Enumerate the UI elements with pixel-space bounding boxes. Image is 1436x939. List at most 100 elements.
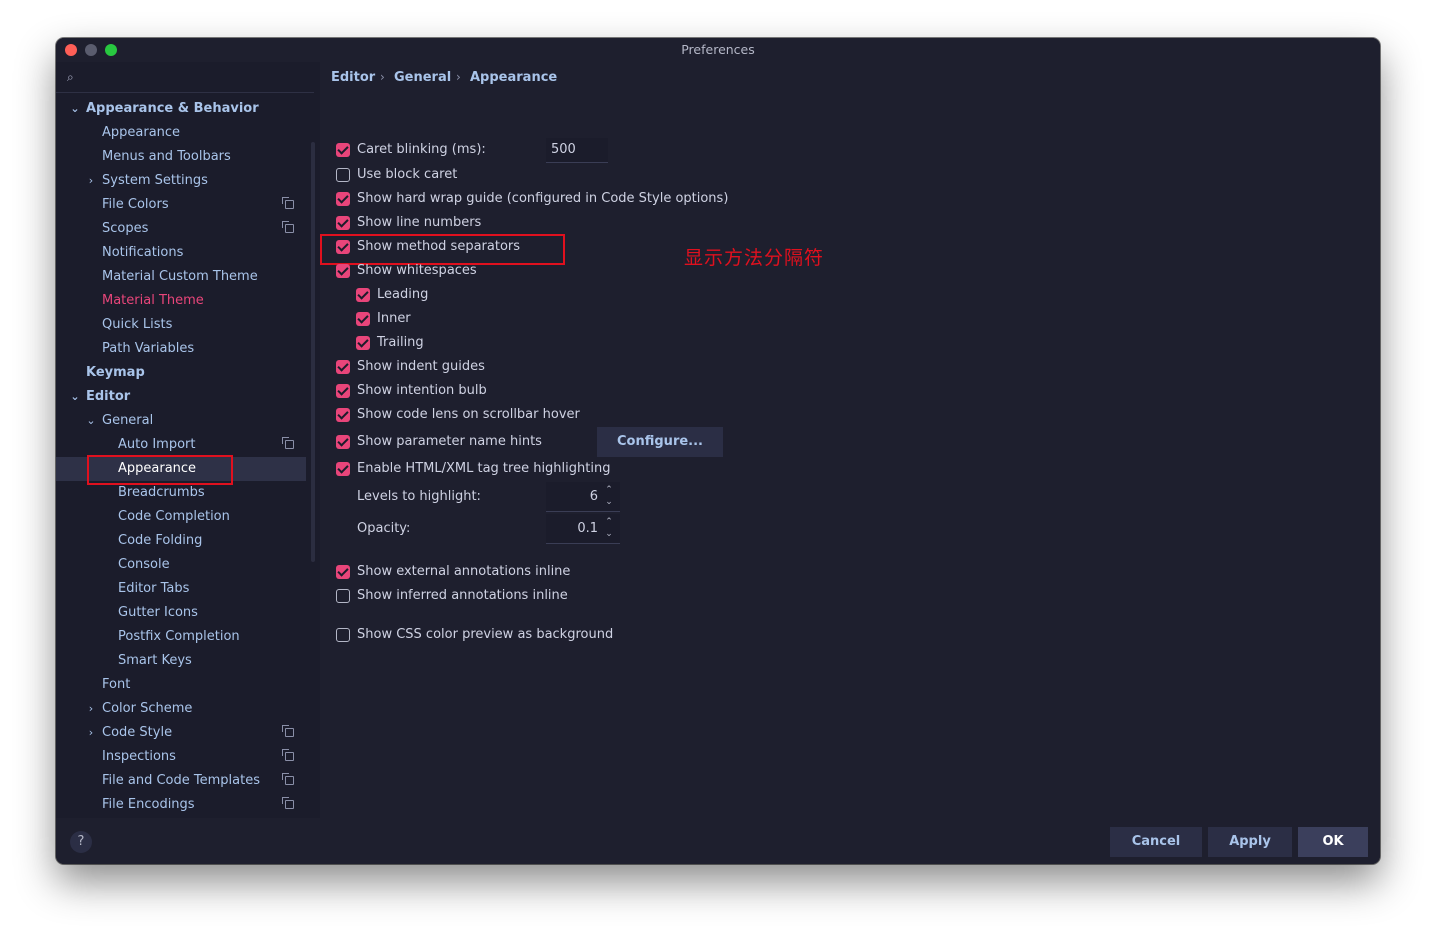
option-show-intention-bulb[interactable]: Show intention bulb: [336, 381, 736, 401]
sidebar-item-appearance-behavior[interactable]: ⌄ Appearance & Behavior: [56, 97, 306, 121]
spinner-arrows[interactable]: ⌃ ⌄: [603, 516, 615, 540]
settings-content-panel: Editor › General › Appearance Caret blin…: [320, 62, 1380, 818]
chevron-right-icon[interactable]: ›: [85, 721, 97, 745]
checkbox-show-line-numbers[interactable]: [336, 216, 350, 230]
chevron-right-icon[interactable]: ›: [85, 169, 97, 193]
chevron-down-icon[interactable]: ⌄: [85, 409, 97, 433]
sidebar-item-material-theme[interactable]: Material Theme: [56, 289, 306, 313]
checkbox-external-annotations[interactable]: [336, 565, 350, 579]
option-inferred-annotations[interactable]: Show inferred annotations inline: [336, 586, 736, 606]
sidebar-item-notifications[interactable]: Notifications: [56, 241, 306, 265]
chevron-up-icon[interactable]: ⌃: [603, 484, 615, 496]
apply-button[interactable]: Apply: [1208, 827, 1292, 857]
checkbox-inner[interactable]: [356, 312, 370, 326]
sidebar-item-quick-lists[interactable]: Quick Lists: [56, 313, 306, 337]
option-parameter-name-hints[interactable]: Show parameter name hints: [336, 432, 542, 452]
help-button[interactable]: ?: [70, 831, 92, 853]
checkbox-show-indent-guides[interactable]: [336, 360, 350, 374]
sidebar-item-path-variables[interactable]: Path Variables: [56, 337, 306, 361]
opacity-value: 0.1: [577, 521, 598, 536]
option-external-annotations[interactable]: Show external annotations inline: [336, 562, 736, 582]
spinner-arrows[interactable]: ⌃ ⌄: [603, 484, 615, 508]
checkbox-show-whitespaces[interactable]: [336, 264, 350, 278]
option-css-color-preview[interactable]: Show CSS color preview as background: [336, 625, 736, 645]
option-caret-blinking[interactable]: Caret blinking (ms):: [336, 140, 496, 160]
project-copy-icon: [282, 725, 294, 737]
sidebar-item-code-folding[interactable]: Code Folding: [56, 529, 306, 553]
checkbox-css-color-preview[interactable]: [336, 628, 350, 642]
sidebar-item-smart-keys[interactable]: Smart Keys: [56, 649, 306, 673]
project-copy-icon: [282, 221, 294, 233]
option-show-line-numbers[interactable]: Show line numbers: [336, 213, 736, 233]
option-inner[interactable]: Inner: [356, 309, 656, 329]
option-tag-tree-highlighting[interactable]: Enable HTML/XML tag tree highlighting: [336, 459, 736, 479]
sidebar-item-file-code-templates[interactable]: File and Code Templates: [56, 769, 306, 793]
preferences-window: Preferences ⌕ ⌄ Appearance & Behavior Ap…: [56, 38, 1380, 864]
sidebar-item-code-completion[interactable]: Code Completion: [56, 505, 306, 529]
sidebar-item-scopes[interactable]: Scopes: [56, 217, 306, 241]
sidebar-item-color-scheme[interactable]: › Color Scheme: [56, 697, 306, 721]
option-show-whitespaces[interactable]: Show whitespaces: [336, 261, 736, 281]
sidebar-item-system-settings[interactable]: › System Settings: [56, 169, 306, 193]
sidebar-item-auto-import[interactable]: Auto Import: [56, 433, 306, 457]
levels-spinner[interactable]: 6 ⌃ ⌄: [546, 482, 620, 512]
chevron-down-icon[interactable]: ⌄: [603, 496, 615, 508]
sidebar-item-material-custom-theme[interactable]: Material Custom Theme: [56, 265, 306, 289]
opacity-label: Opacity:: [357, 521, 411, 536]
breadcrumb-separator: ›: [456, 70, 461, 84]
project-copy-icon: [282, 797, 294, 809]
caret-blinking-input[interactable]: 500: [546, 138, 608, 163]
option-code-lens[interactable]: Show code lens on scrollbar hover: [336, 405, 736, 425]
settings-search-input[interactable]: ⌕: [56, 62, 314, 93]
option-leading[interactable]: Leading: [356, 285, 656, 305]
sidebar-item-postfix-completion[interactable]: Postfix Completion: [56, 625, 306, 649]
project-copy-icon: [282, 749, 294, 761]
chevron-down-icon[interactable]: ⌄: [69, 385, 81, 409]
checkbox-parameter-name-hints[interactable]: [336, 435, 350, 449]
checkbox-tag-tree-highlighting[interactable]: [336, 462, 350, 476]
checkbox-inferred-annotations[interactable]: [336, 589, 350, 603]
option-trailing[interactable]: Trailing: [356, 333, 656, 353]
sidebar-item-appearance[interactable]: Appearance: [56, 121, 306, 145]
sidebar-item-menus-toolbars[interactable]: Menus and Toolbars: [56, 145, 306, 169]
checkbox-trailing[interactable]: [356, 336, 370, 350]
option-show-indent-guides[interactable]: Show indent guides: [336, 357, 736, 377]
sidebar-scrollbar[interactable]: [311, 142, 315, 562]
project-copy-icon: [282, 197, 294, 209]
checkbox-code-lens[interactable]: [336, 408, 350, 422]
sidebar-item-file-encodings[interactable]: File Encodings: [56, 793, 306, 817]
checkbox-leading[interactable]: [356, 288, 370, 302]
sidebar-item-editor[interactable]: ⌄ Editor: [56, 385, 306, 409]
sidebar-item-file-colors[interactable]: File Colors: [56, 193, 306, 217]
ok-button[interactable]: OK: [1298, 827, 1368, 857]
configure-button[interactable]: Configure...: [597, 427, 723, 457]
sidebar-item-general[interactable]: ⌄ General: [56, 409, 306, 433]
breadcrumb-item-editor[interactable]: Editor: [331, 70, 375, 85]
option-use-block-caret[interactable]: Use block caret: [336, 165, 736, 185]
checkbox-show-intention-bulb[interactable]: [336, 384, 350, 398]
chevron-down-icon[interactable]: ⌄: [69, 97, 81, 121]
cancel-button[interactable]: Cancel: [1110, 827, 1202, 857]
chevron-right-icon[interactable]: ›: [85, 697, 97, 721]
chevron-up-icon[interactable]: ⌃: [603, 516, 615, 528]
sidebar-item-code-style[interactable]: › Code Style: [56, 721, 306, 745]
option-hard-wrap-guide[interactable]: Show hard wrap guide (configured in Code…: [336, 189, 756, 209]
chevron-down-icon[interactable]: ⌄: [603, 528, 615, 540]
opacity-spinner[interactable]: 0.1 ⌃ ⌄: [546, 514, 620, 544]
checkbox-use-block-caret[interactable]: [336, 168, 350, 182]
breadcrumb-item-general[interactable]: General: [394, 70, 451, 85]
dialog-button-bar: ? Cancel Apply OK: [56, 818, 1380, 864]
highlight-box-sidebar: [87, 455, 233, 485]
breadcrumb-item-appearance: Appearance: [470, 70, 558, 85]
sidebar-item-console[interactable]: Console: [56, 553, 306, 577]
levels-value: 6: [589, 489, 598, 504]
checkbox-hard-wrap-guide[interactable]: [336, 192, 350, 206]
title-bar: Preferences: [56, 38, 1380, 62]
sidebar-item-font[interactable]: Font: [56, 673, 306, 697]
checkbox-caret-blinking[interactable]: [336, 143, 350, 157]
project-copy-icon: [282, 773, 294, 785]
sidebar-item-gutter-icons[interactable]: Gutter Icons: [56, 601, 306, 625]
sidebar-item-editor-tabs[interactable]: Editor Tabs: [56, 577, 306, 601]
sidebar-item-keymap[interactable]: Keymap: [56, 361, 306, 385]
sidebar-item-inspections[interactable]: Inspections: [56, 745, 306, 769]
